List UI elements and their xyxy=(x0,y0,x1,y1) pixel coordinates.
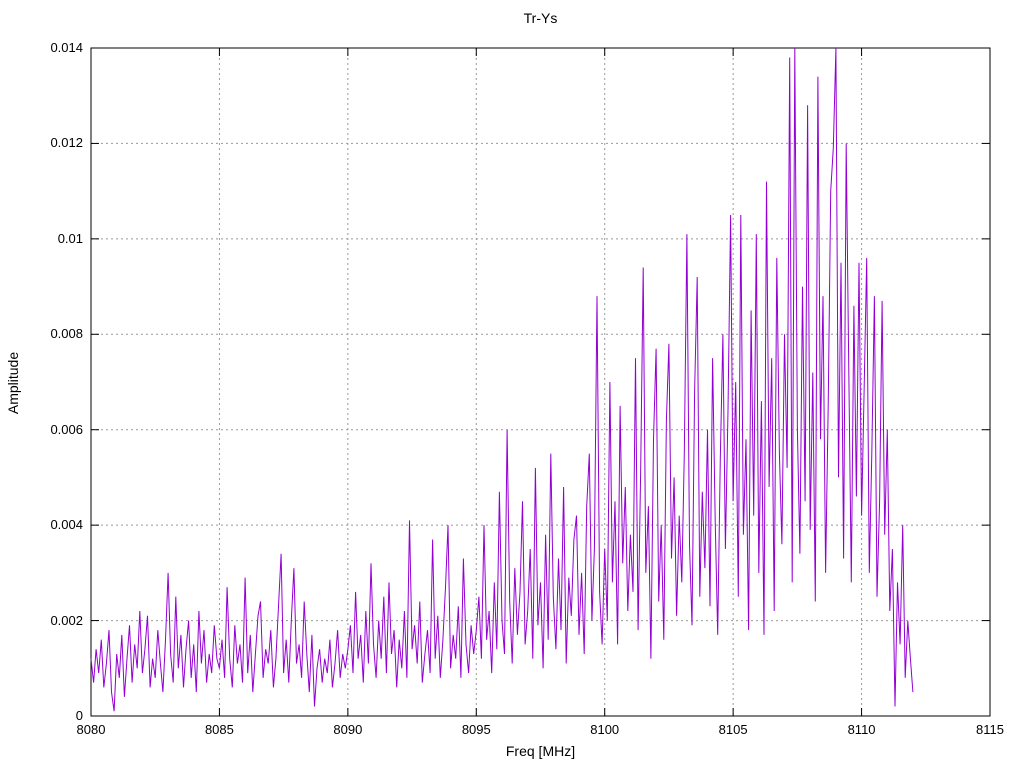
x-tick-label: 8110 xyxy=(847,722,876,737)
x-tick-label: 8100 xyxy=(590,722,620,737)
x-axis-label: Freq [MHz] xyxy=(505,743,576,759)
y-axis-label: Amplitude xyxy=(5,351,21,415)
data-series-line xyxy=(90,47,914,712)
x-tick-label: 8090 xyxy=(333,722,363,737)
y-tick-label: 0.004 xyxy=(50,517,83,533)
chart-title: Tr-Ys xyxy=(523,10,558,26)
y-tick-label: 0 xyxy=(75,708,83,723)
x-tick-label: 8095 xyxy=(461,722,491,737)
y-tick-label: 0.012 xyxy=(50,135,83,151)
y-tick-label: 0.014 xyxy=(50,40,83,55)
y-tick-label: 0.006 xyxy=(50,421,83,437)
x-tick-label: 8115 xyxy=(976,722,1004,737)
x-tick-label: 8085 xyxy=(204,722,234,737)
y-tick-label: 0.01 xyxy=(57,230,83,246)
y-tick-label: 0.008 xyxy=(50,326,83,342)
chart-canvas xyxy=(90,47,991,717)
plot-window: Tr-Ys Amplitude Freq [MHz] 8080 8085 8090 8… xyxy=(0,0,1024,768)
x-tick-label: 8105 xyxy=(718,722,748,737)
y-tick-label: 0.002 xyxy=(50,612,83,628)
x-tick-label: 8080 xyxy=(76,722,106,737)
